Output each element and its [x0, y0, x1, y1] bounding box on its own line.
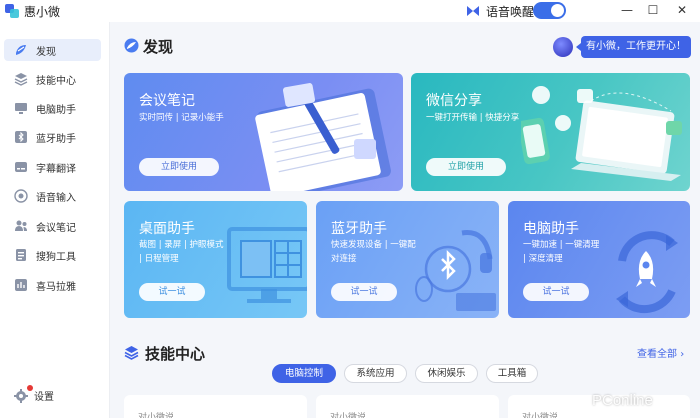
skills-section-title: 技能中心 — [145, 345, 206, 363]
settings-button[interactable]: 设置 — [14, 385, 54, 403]
card-description: 实时同传 | 记录小能手 — [139, 113, 224, 123]
sidebar-item-label: 电脑助手 — [36, 104, 76, 116]
monitor-icon — [14, 101, 28, 115]
discover-icon — [124, 38, 139, 53]
laptop-phone-illustration — [521, 86, 682, 181]
desktop-assistant-card[interactable]: 桌面助手 截图 | 录屏 | 护眼模式 | 日程管理 试一试 — [124, 201, 307, 318]
card-description: 截图 | 录屏 | 护眼模式 — [139, 240, 224, 250]
try-button[interactable]: 试一试 — [331, 283, 397, 301]
card-description: 一键打开传输 | 快捷分享 — [426, 113, 520, 123]
sidebar-item-label: 蓝牙助手 — [36, 133, 76, 145]
sogou-tool-icon — [14, 248, 28, 262]
voice-input-icon — [14, 189, 28, 203]
sidebar-item-meeting-notes[interactable]: 会议笔记 — [4, 215, 101, 237]
sidebar-item-label: 喜马拉雅 — [36, 281, 76, 293]
assistant-greeting: 有小微，工作更开心！ — [576, 36, 691, 58]
close-button[interactable]: ✕ — [674, 2, 690, 18]
see-all-link[interactable]: 查看全部 › — [637, 345, 684, 360]
sidebar-item-skills[interactable]: 技能中心 — [4, 68, 101, 90]
tab-toolbox[interactable]: 工具箱 — [486, 364, 538, 383]
skill-card-label: 对小微说 — [138, 413, 175, 418]
discover-icon — [14, 43, 28, 57]
voice-wave-icon — [467, 6, 479, 16]
page-title: 发现 — [143, 38, 174, 56]
skill-card[interactable]: 对小微说 — [316, 395, 499, 418]
card-description: 一键加速 | 一键清理 — [523, 240, 600, 250]
bluetooth-icon — [14, 130, 28, 144]
card-title: 会议笔记 — [139, 93, 195, 109]
use-now-button[interactable]: 立即使用 — [139, 158, 219, 176]
chevron-right-icon: › — [680, 349, 685, 360]
voice-wake-label: 语音唤醒 — [486, 5, 535, 19]
meeting-notes-card[interactable]: 会议笔记 实时同传 | 记录小能手 立即使用 — [124, 73, 403, 191]
voice-wake-toggle[interactable] — [533, 2, 566, 19]
tab-leisure[interactable]: 休闲娱乐 — [415, 364, 478, 383]
sidebar-item-subtitle-translate[interactable]: 字幕翻译 — [4, 156, 101, 178]
sidebar-item-label: 会议笔记 — [36, 222, 76, 234]
wechat-share-card[interactable]: 微信分享 一键打开传输 | 快捷分享 立即使用 — [411, 73, 690, 191]
rocket-refresh-illustration — [616, 231, 678, 314]
card-title: 微信分享 — [426, 93, 482, 109]
bluetooth-assistant-card[interactable]: 蓝牙助手 快速发现设备 | 一键配 对连接 试一试 — [316, 201, 499, 318]
minimize-button[interactable]: — — [619, 2, 635, 18]
card-title: 蓝牙助手 — [331, 221, 387, 237]
card-description-line2: | 深度清理 — [523, 254, 563, 264]
sidebar-item-label: 语音输入 — [36, 192, 76, 204]
layers-icon — [14, 72, 28, 86]
gear-icon — [14, 388, 28, 403]
sidebar-item-discover[interactable]: 发现 — [4, 39, 101, 61]
sidebar-item-label: 搜狗工具 — [36, 251, 76, 263]
try-button[interactable]: 试一试 — [523, 283, 589, 301]
sidebar-item-bluetooth[interactable]: 蓝牙助手 — [4, 126, 101, 148]
ximalaya-icon — [14, 278, 28, 292]
settings-label: 设置 — [34, 392, 54, 403]
sidebar-item-label: 发现 — [36, 46, 56, 58]
sidebar-item-label: 字幕翻译 — [36, 163, 76, 175]
skill-card[interactable]: 对小微说 — [124, 395, 307, 418]
skill-card-label: 对小微说 — [522, 413, 559, 418]
maximize-button[interactable]: ☐ — [645, 2, 661, 18]
card-description: 快速发现设备 | 一键配 — [331, 240, 416, 250]
card-title: 桌面助手 — [139, 221, 195, 237]
sidebar-item-ximalaya[interactable]: 喜马拉雅 — [4, 274, 101, 296]
watermark: PConline — [592, 392, 653, 409]
use-now-button[interactable]: 立即使用 — [426, 158, 506, 176]
notification-dot — [27, 385, 33, 391]
sidebar-item-label: 技能中心 — [36, 75, 76, 87]
sidebar-item-sogou-tool[interactable]: 搜狗工具 — [4, 244, 101, 266]
tab-pc-control[interactable]: 电脑控制 — [272, 364, 336, 383]
card-title: 电脑助手 — [523, 221, 579, 237]
card-description-line2: | 日程管理 — [139, 254, 179, 264]
try-button[interactable]: 试一试 — [139, 283, 205, 301]
sidebar: 发现 技能中心 电脑助手 蓝牙助手 字幕翻译 语音输入 会议笔记 搜狗工具 喜马… — [0, 22, 110, 418]
assistant-avatar[interactable] — [553, 37, 573, 57]
desktop-window-illustration — [227, 227, 307, 303]
title-bar: 惠小微 语音唤醒 — ☐ ✕ — [0, 0, 700, 22]
translate-icon — [14, 160, 28, 174]
card-description-line2: 对连接 — [331, 254, 357, 264]
sidebar-item-voice-input[interactable]: 语音输入 — [4, 185, 101, 207]
notebook-illustration — [255, 83, 391, 191]
see-all-label: 查看全部 — [637, 349, 677, 360]
skill-card-label: 对小微说 — [330, 413, 367, 418]
app-logo-icon — [5, 4, 19, 18]
pc-assistant-card[interactable]: 电脑助手 一键加速 | 一键清理 | 深度清理 试一试 — [508, 201, 690, 318]
app-name: 惠小微 — [24, 5, 61, 19]
tab-system-apps[interactable]: 系统应用 — [344, 364, 407, 383]
layers-icon — [124, 346, 139, 360]
meeting-notes-icon — [14, 219, 28, 233]
bluetooth-headset-illustration — [415, 230, 496, 311]
sidebar-item-pc-assistant[interactable]: 电脑助手 — [4, 97, 101, 119]
